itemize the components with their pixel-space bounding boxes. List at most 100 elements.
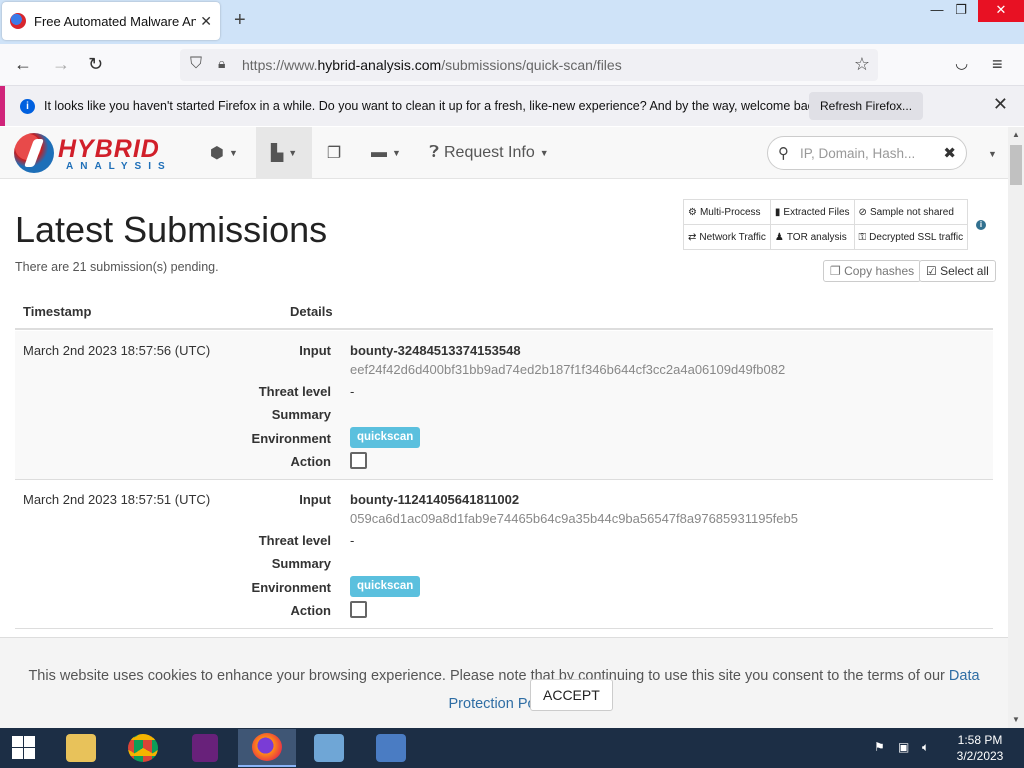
- close-tab-icon[interactable]: ✕: [200, 13, 212, 30]
- taskbar-firefox[interactable]: [238, 729, 296, 767]
- scroll-down-icon[interactable]: ▼: [1008, 712, 1024, 728]
- taskbar-control-panel[interactable]: [300, 729, 358, 767]
- accept-cookies-button[interactable]: ACCEPT: [530, 679, 613, 711]
- hybrid-analysis-logo[interactable]: HYBRID ANALYSIS: [14, 133, 184, 175]
- back-arrow-icon[interactable]: ←: [14, 54, 32, 74]
- firefox-notification-bar: i It looks like you haven't started Fire…: [0, 86, 1024, 126]
- cube-icon: ⬢: [210, 145, 225, 162]
- nav-file-menu[interactable]: ▙ ▼: [256, 127, 312, 179]
- threat-level-label: Threat level: [258, 533, 331, 548]
- shield-icon[interactable]: ⛉: [190, 55, 202, 73]
- legend-panel: ⚙ Multi-Process ▮ Extracted Files ⊘ Sample …: [683, 199, 993, 251]
- network-flag-icon[interactable]: ⚑: [874, 740, 885, 754]
- environment-badge: quickscan: [350, 576, 421, 597]
- action-checkbox[interactable]: [350, 452, 367, 469]
- action-checkbox[interactable]: [350, 601, 367, 618]
- page-scrollbar[interactable]: ▲ ▼: [1008, 127, 1024, 728]
- legend-extracted-files: ▮ Extracted Files: [769, 199, 855, 225]
- forward-arrow-icon[interactable]: →: [52, 54, 70, 74]
- scrollbar-thumb[interactable]: [1010, 145, 1022, 185]
- search-icon: ⚲: [778, 145, 789, 162]
- page-viewport: HYBRID ANALYSIS ⬢ ▼ ▙ ▼ ❐ ▬ ▼ ❓︎ Request Inf…: [0, 127, 1008, 728]
- taskbar-remote-desktop[interactable]: [362, 729, 420, 767]
- scroll-up-icon[interactable]: ▲: [1008, 127, 1024, 143]
- logo-globe-icon: [14, 133, 54, 173]
- user-secret-icon: ♟: [774, 231, 784, 243]
- threat-level-value: -: [350, 533, 355, 548]
- control-panel-icon: [314, 734, 344, 762]
- timestamp-header[interactable]: Timestamp: [23, 304, 91, 319]
- files-icon: ❐: [326, 145, 342, 162]
- submission-name[interactable]: bounty-11241405641811002: [350, 492, 519, 507]
- table-row: March 2nd 2023 18:57:56 (UTC) Input boun…: [15, 331, 993, 480]
- clear-search-icon[interactable]: ✖: [943, 144, 956, 162]
- new-tab-icon[interactable]: +: [234, 10, 246, 30]
- taskbar-visual-studio[interactable]: [176, 729, 234, 767]
- action-label: Action: [290, 454, 331, 469]
- cookie-accept-wrap: ACCEPT: [530, 679, 613, 711]
- search-input[interactable]: IP, Domain, Hash...: [800, 146, 915, 161]
- details-header: Details: [290, 304, 333, 319]
- table-row: March 2nd 2023 18:57:51 (UTC) Input boun…: [15, 480, 993, 629]
- tab-title: Free Automated Malware Analy: [34, 13, 197, 29]
- pocket-icon[interactable]: ◡: [955, 54, 968, 74]
- file-upload-icon: ▙: [270, 145, 284, 162]
- lock-icon[interactable]: 🔒︎: [218, 55, 225, 72]
- nav-cube-menu[interactable]: ⬢ ▼: [198, 127, 250, 179]
- remote-desktop-icon: [376, 734, 406, 762]
- menu-hamburger-icon[interactable]: ≡: [992, 54, 1003, 74]
- nav-request-info[interactable]: ❓︎ Request Info ▼: [422, 127, 556, 179]
- search-box[interactable]: ⚲ IP, Domain, Hash... ✖: [767, 136, 967, 170]
- file-icon: ▮: [774, 206, 781, 218]
- input-label: Input: [299, 343, 331, 358]
- cookie-banner: This website uses cookies to enhance you…: [0, 637, 1008, 728]
- chrome-icon: [128, 734, 158, 762]
- system-clock[interactable]: 1:58 PM 3/2/2023: [950, 732, 1010, 764]
- legend-network-traffic: ⇄ Network Traffic: [683, 224, 771, 250]
- taskbar-chrome[interactable]: [114, 729, 172, 767]
- network-icon[interactable]: ▣: [898, 740, 909, 754]
- submission-name[interactable]: bounty-32484513374153548: [350, 343, 521, 358]
- legend-multi-process: ⚙ Multi-Process: [683, 199, 771, 225]
- info-icon: i: [20, 98, 35, 114]
- copy-hashes-button[interactable]: ❐ Copy hashes: [823, 260, 922, 282]
- legend-sample-not-shared: ⊘ Sample not shared: [853, 199, 969, 225]
- bookmark-star-icon[interactable]: ☆: [854, 54, 870, 75]
- taskbar-file-explorer[interactable]: [52, 729, 110, 767]
- chevron-down-icon[interactable]: ▼: [988, 149, 997, 159]
- browser-nav-bar: ← → ↻ ⛉ 🔒︎ https://www.hybrid-analysis.c…: [0, 44, 1024, 86]
- nav-copy-files[interactable]: ❐: [316, 127, 352, 179]
- restore-icon[interactable]: ❐: [944, 0, 978, 22]
- url-text[interactable]: https://www.hybrid-analysis.com/submissi…: [242, 57, 622, 73]
- pending-count: There are 21 submission(s) pending.: [15, 260, 219, 274]
- request-info-label: Request Info: [443, 144, 535, 161]
- reload-icon[interactable]: ↻: [88, 54, 103, 74]
- chevron-down-icon: ▼: [392, 148, 401, 158]
- windows-start-button[interactable]: [0, 728, 48, 768]
- nav-folder-menu[interactable]: ▬ ▼: [360, 127, 412, 179]
- close-notification-icon[interactable]: ✕: [993, 94, 1008, 115]
- copy-icon: ❐: [830, 264, 845, 278]
- legend-info-icon[interactable]: i: [976, 220, 986, 230]
- legend-tor-analysis: ♟ TOR analysis: [769, 224, 855, 250]
- notification-message: It looks like you haven't started Firefo…: [44, 99, 824, 113]
- folder-icon: ▬: [371, 144, 388, 161]
- eye-slash-icon: ⊘: [858, 206, 867, 218]
- input-label: Input: [299, 492, 331, 507]
- legend-decrypted-ssl: ⚿ Decrypted SSL traffic: [853, 224, 969, 250]
- refresh-firefox-button[interactable]: Refresh Firefox...: [809, 92, 924, 120]
- volume-icon[interactable]: 🔈︎: [922, 740, 929, 755]
- summary-label: Summary: [271, 556, 331, 571]
- submission-hash[interactable]: eef24f42d6d400bf31bb9ad74ed2b187f1f346b6…: [350, 362, 785, 377]
- unlock-icon: ⚿: [858, 231, 867, 243]
- site-favicon-icon: [10, 13, 26, 29]
- table-header: Timestamp Details: [15, 295, 993, 330]
- window-close-icon[interactable]: ✕: [978, 0, 1024, 22]
- cookie-text-block: This website uses cookies to enhance you…: [20, 662, 988, 718]
- browser-tab[interactable]: Free Automated Malware Analy ✕: [2, 2, 220, 40]
- question-circle-icon: ❓︎: [429, 144, 439, 161]
- threat-level-label: Threat level: [258, 384, 331, 399]
- submission-hash[interactable]: 059ca6d1ac09a8d1fab9e74465b64c9a35b44c9b…: [350, 511, 798, 526]
- address-bar[interactable]: ⛉ 🔒︎ https://www.hybrid-analysis.com/sub…: [180, 49, 878, 81]
- select-all-button[interactable]: ☑ Select all: [919, 260, 996, 282]
